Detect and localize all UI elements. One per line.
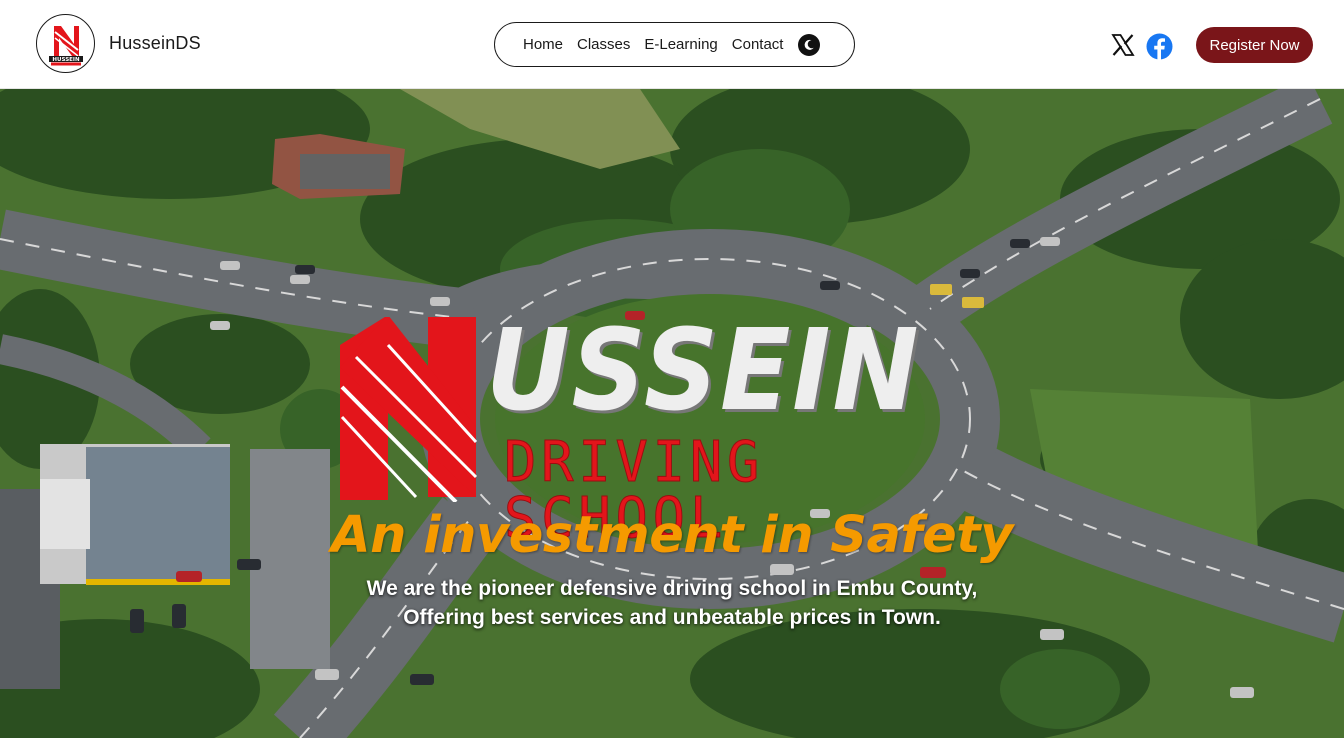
hero-tagline: An investment in Safety [331,506,1013,565]
brand-name[interactable]: HusseinDS [109,33,201,54]
nav-item-contact[interactable]: Contact [732,36,784,53]
x-twitter-icon [1111,34,1135,56]
site-header: HUSSEIN HusseinDS Home Classes E-Learnin… [0,0,1344,89]
facebook-icon [1146,33,1173,60]
nav-item-e-learning[interactable]: E-Learning [644,36,717,53]
register-now-button[interactable]: Register Now [1196,27,1313,63]
hero-description-line-2: Offering best services and unbeatable pr… [403,606,941,629]
hero-section: USSEIN DRIVING SCHOOL An investment in S… [0,89,1344,738]
logo-icon: HUSSEIN [48,25,83,65]
school-logo: USSEIN DRIVING SCHOOL [336,306,1016,547]
nav-item-classes[interactable]: Classes [577,36,630,53]
brand[interactable]: HUSSEIN HusseinDS [36,14,201,73]
x-twitter-link[interactable] [1111,33,1135,57]
main-nav: Home Classes E-Learning Contact [494,22,855,67]
facebook-link[interactable] [1146,33,1173,60]
hero-description-line-1: We are the pioneer defensive driving sch… [366,577,978,600]
theme-toggle-button[interactable] [798,33,821,56]
brand-logo[interactable]: HUSSEIN [36,14,95,73]
logo-word: USSEIN [486,306,921,436]
moon-icon [805,39,815,50]
nav-item-home[interactable]: Home [523,36,563,53]
logo-text: HUSSEIN [52,57,80,63]
